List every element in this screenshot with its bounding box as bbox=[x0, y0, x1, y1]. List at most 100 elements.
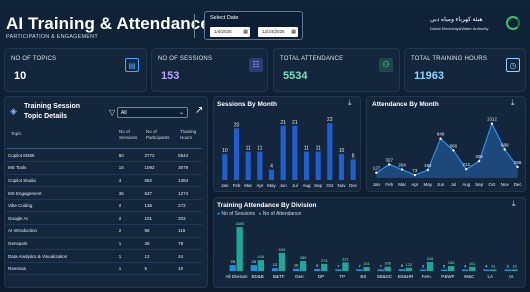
topics-table: Copilot M365 90 2772 5544 MS Tools 15 1092 3079… bbox=[6, 149, 202, 276]
x-tick-label: Jan bbox=[221, 183, 229, 188]
calendar-icon: ▤ bbox=[125, 58, 139, 72]
col-header-topic[interactable]: Topic bbox=[11, 131, 22, 137]
table-row[interactable]: MS Engagement 35 637 1274 bbox=[6, 186, 202, 200]
x-tick-label: Jun bbox=[280, 183, 288, 188]
data-label: 122 bbox=[405, 262, 412, 267]
table-row[interactable]: Vibe Coding 2 136 272 bbox=[6, 199, 202, 213]
x-tick-label: TP bbox=[339, 274, 345, 279]
division-chart: 251680All Division25416BD&B12695B&TF1038… bbox=[226, 221, 518, 279]
x-tick-label: LA bbox=[487, 274, 493, 279]
data-label: 11 bbox=[316, 146, 321, 152]
x-tick-label: Apr bbox=[256, 183, 264, 188]
kpi-value: 153 bbox=[161, 70, 180, 82]
topic-cell: Copilot M365 bbox=[6, 149, 117, 163]
data-label: 1312 bbox=[487, 117, 498, 122]
value-cell: 1 bbox=[116, 249, 143, 263]
start-date-input[interactable]: 1/4/2025 ▦ bbox=[210, 27, 250, 37]
attendance-chart: 127 Jan 327 Feb 204 Mar 73 Apr 192 May 949 Jun 666 Ju… bbox=[373, 117, 523, 187]
layers-icon: ◈ bbox=[10, 106, 17, 116]
table-row[interactable]: Copilot M365 90 2772 5544 bbox=[6, 149, 202, 163]
data-label: 7 bbox=[337, 263, 340, 268]
data-label: 25 bbox=[230, 259, 235, 264]
data-label: 1680 bbox=[235, 221, 245, 226]
table-row[interactable]: Genspark 1 39 78 bbox=[6, 237, 202, 251]
col-header-participants[interactable]: No of Participants bbox=[146, 129, 176, 141]
value-cell: 1 bbox=[116, 262, 143, 276]
x-tick-label: B&TF bbox=[273, 274, 285, 279]
download-icon[interactable]: ⤓ bbox=[511, 98, 515, 108]
value-cell: 2 bbox=[116, 224, 143, 238]
table-row[interactable]: AI Introduction 2 58 116 bbox=[6, 224, 202, 238]
attendance-bar bbox=[405, 267, 412, 271]
data-label: 386 bbox=[300, 255, 307, 260]
attendance-bar bbox=[469, 266, 476, 271]
table-row[interactable]: Google AI 2 101 202 bbox=[6, 211, 202, 226]
expand-arrow-icon[interactable]: ↗ bbox=[195, 105, 203, 116]
topic-cell: AI Introduction bbox=[6, 224, 117, 238]
division-chart-title: Training Attendance By Division bbox=[217, 202, 317, 209]
data-label: 9 bbox=[316, 263, 319, 268]
topic-cell: Google AI bbox=[6, 211, 117, 226]
x-tick-label: Jul bbox=[451, 182, 457, 187]
calendar-icon[interactable]: ▦ bbox=[243, 27, 248, 37]
data-label: 266 bbox=[514, 160, 522, 165]
download-icon[interactable]: ⤓ bbox=[348, 98, 352, 108]
topic-cell: Rammas bbox=[6, 262, 117, 276]
attendance-bar bbox=[511, 269, 518, 271]
data-label: 21 bbox=[292, 120, 298, 126]
x-tick-label: Feb bbox=[385, 182, 393, 187]
topic-cell: Copilot Studio bbox=[6, 174, 117, 188]
kpi-sessions: NO OF SESSIONS 153 ☷ bbox=[151, 48, 268, 92]
bar bbox=[292, 125, 298, 180]
data-label: 666 bbox=[450, 143, 458, 148]
data-label: 7 bbox=[380, 263, 383, 268]
kpi-hours: TOTAL TRAINING HOURS 11963 ◷ bbox=[404, 48, 526, 92]
topic-filter-dropdown[interactable]: All ⌄ bbox=[117, 107, 188, 118]
data-label: 10 bbox=[294, 263, 299, 268]
kpi-label: NO OF SESSIONS bbox=[158, 56, 213, 62]
x-tick-label: Dec bbox=[514, 182, 523, 187]
end-date-input[interactable]: 12/24/2025 ▦ bbox=[258, 27, 298, 37]
attendance-bar bbox=[299, 260, 307, 271]
sessions-bar bbox=[335, 269, 342, 271]
value-cell: 10 bbox=[176, 262, 202, 276]
x-tick-label: W&C bbox=[464, 274, 475, 279]
filter-selected-value: All bbox=[121, 110, 127, 116]
data-label: 345 bbox=[427, 256, 434, 261]
x-tick-label: Gen. bbox=[295, 274, 305, 279]
col-header-sessions[interactable]: No of Sessions bbox=[119, 129, 143, 141]
data-label: 151 bbox=[363, 261, 370, 266]
bar bbox=[315, 151, 321, 180]
logo-english-text: Dubai Electricity&Water Authority bbox=[430, 26, 489, 31]
attendance-bar bbox=[490, 269, 497, 271]
attendance-bar bbox=[426, 261, 434, 271]
bar bbox=[245, 151, 251, 180]
col-header-hours[interactable]: Training Hours bbox=[180, 129, 204, 141]
x-tick-label: BS bbox=[360, 274, 366, 279]
sessions-chart: 10 Jan 20 Feb 11 Mar 11 Apr 4 May 21 Jun 21 Jul 11 Aug 1… bbox=[221, 117, 358, 188]
table-row[interactable]: MS Tools 15 1092 3079 bbox=[6, 161, 202, 175]
kpi-value: 5534 bbox=[283, 70, 308, 82]
data-point bbox=[426, 168, 429, 172]
data-label: 21 bbox=[280, 120, 286, 126]
value-cell: 58 bbox=[142, 224, 177, 238]
sessions-chart-title: Sessions By Month bbox=[217, 101, 277, 108]
bar bbox=[303, 151, 310, 180]
table-row[interactable]: Copilot Studio 4 682 1364 bbox=[6, 174, 202, 188]
data-label: 10 bbox=[222, 148, 228, 154]
topic-cell: Vibe Coding bbox=[6, 199, 117, 213]
kpi-label: TOTAL TRAINING HOURS bbox=[411, 56, 488, 62]
team-icon: ⚇ bbox=[379, 58, 393, 72]
end-date-value: 12/24/2025 bbox=[262, 29, 285, 34]
data-label: 406 bbox=[475, 154, 483, 159]
table-row[interactable]: Data Analytics & Visualization 1 12 24 bbox=[6, 249, 202, 263]
filter-icon[interactable]: ▽ bbox=[109, 108, 115, 117]
data-label: 25 bbox=[252, 259, 257, 264]
table-row[interactable]: Rammas 1 5 10 bbox=[6, 262, 202, 276]
x-tick-label: Aug bbox=[302, 183, 311, 188]
download-icon[interactable]: ⤓ bbox=[512, 199, 516, 209]
calendar-icon[interactable]: ▦ bbox=[291, 27, 296, 37]
value-cell: 1364 bbox=[176, 174, 202, 188]
x-tick-label: Apr bbox=[411, 182, 419, 187]
x-tick-label: Dec bbox=[349, 183, 358, 188]
